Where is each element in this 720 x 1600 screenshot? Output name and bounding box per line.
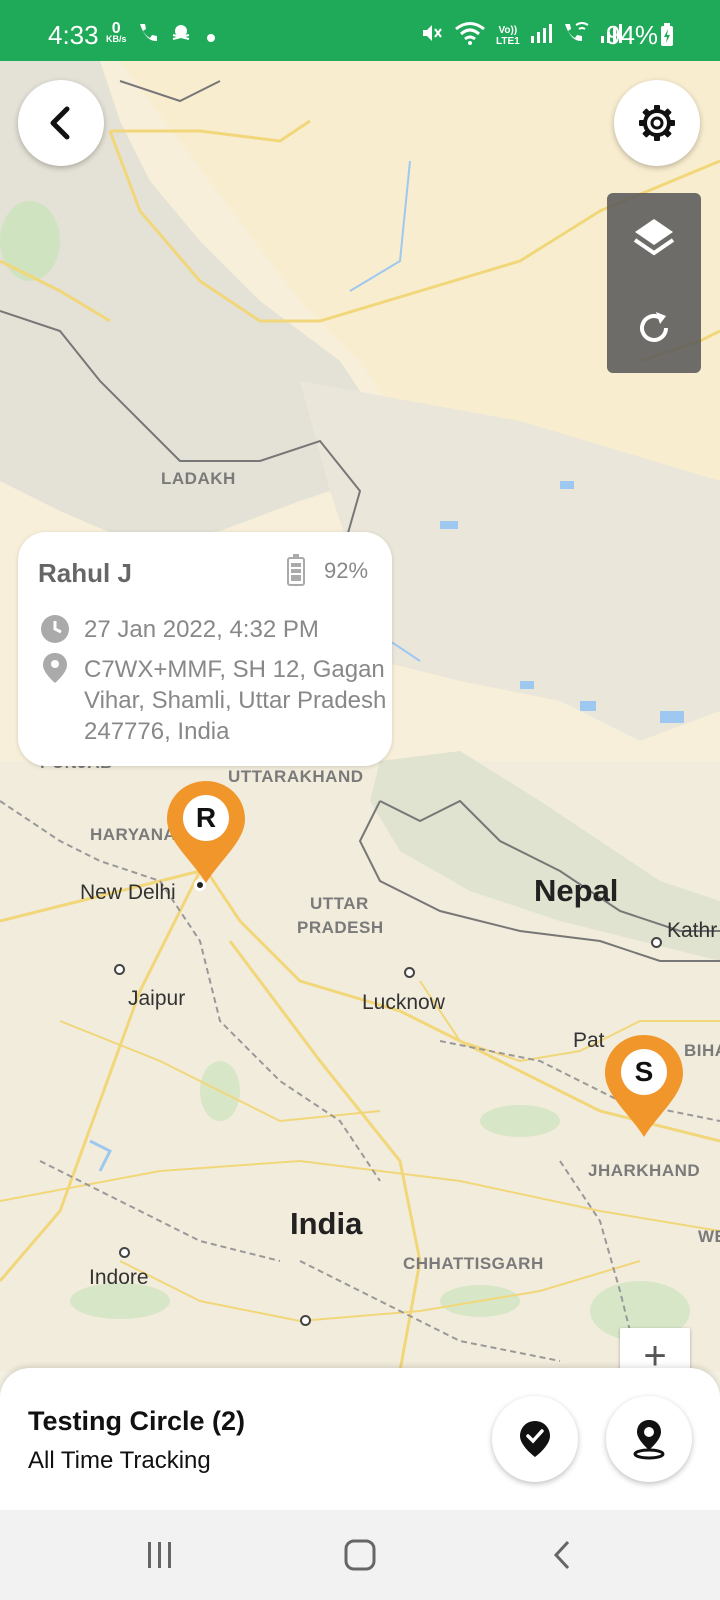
network-speed-value: 0 [111,20,121,37]
battery-icon [286,554,306,591]
refresh-button[interactable] [607,283,701,373]
last-seen-time: 27 Jan 2022, 4:32 PM [84,616,319,643]
map-label-pradesh: PRADESH [297,918,384,937]
tracking-mode: All Time Tracking [28,1447,211,1474]
member-marker-s[interactable]: S [603,1033,685,1143]
battery-charging-icon [660,23,674,52]
map-label-chhattisgarh: CHHATTISGARH [403,1254,544,1273]
map-label-india: India [290,1206,363,1241]
map-label-nepal: Nepal [534,873,619,908]
settings-button[interactable] [614,80,700,166]
refresh-icon [640,312,668,342]
map-label-uttar: UTTAR [310,894,369,913]
bottom-sheet: Testing Circle (2) All Time Tracking [0,1368,720,1510]
map-label-bihar: BIHA [684,1041,720,1060]
map-label-kathmandu: Kathr [667,919,718,942]
city-dot-jaipur [114,964,125,975]
city-dot [300,1315,311,1326]
map-tools-panel [607,193,701,373]
map-label-new-delhi: New Delhi [80,881,176,904]
status-time: 4:33 [48,20,99,50]
battery-percent: 94% [606,20,659,50]
system-nav-bar [0,1510,720,1600]
map-label-patna: Pat [573,1029,605,1052]
gear-icon [639,105,675,141]
system-back-button[interactable] [512,1510,612,1600]
volte-icon: Vo)) LTE1 [496,24,520,47]
member-name: Rahul J [38,558,132,588]
map-label-lucknow: Lucknow [362,991,445,1014]
wifi-icon [454,20,486,51]
signal-icon [530,22,552,49]
map-label-indore: Indore [89,1266,149,1289]
map-label-west-bengal: WE [698,1227,720,1246]
mute-icon [420,21,444,50]
map-label-jharkhand: JHARKHAND [588,1161,701,1180]
network-speed-unit: KB/s [106,34,127,44]
recent-apps-icon [148,1542,171,1568]
layers-icon [633,219,675,256]
member-address: C7WX+MMF, SH 12, Gagan Vihar, Shamli, Ut… [84,656,387,745]
clock-icon [40,614,70,649]
map-label-jaipur: Jaipur [128,987,186,1010]
member-info-card[interactable]: Rahul J 92% 27 Jan 2022, 4:32 PM C7WX+MM… [18,532,392,766]
chevron-left-icon [50,106,70,140]
back-button[interactable] [18,80,104,166]
city-dot-kathmandu [651,937,662,948]
member-marker-r[interactable]: R [165,779,247,889]
location-pin-icon [633,1420,665,1460]
back-arrow-icon [553,1540,570,1570]
map-label-uttarakhand: UTTARAKHAND [228,767,364,786]
circle-name: Testing Circle (2) [28,1406,246,1436]
pirate-icon [170,22,192,49]
dot-icon [206,30,216,48]
status-icons: Vo)) LTE1 [420,20,622,51]
map-pin-icon [42,652,68,689]
home-icon [344,1539,376,1571]
map-label-haryana: HARYANA [90,825,177,844]
check-badge-icon [520,1421,550,1457]
status-bar: 4:33 0 KB/s Vo)) LTE1 94% [0,0,720,61]
map-label-ladakh: LADAKH [161,469,236,488]
city-dot-lucknow [404,967,415,978]
recent-apps-button[interactable] [110,1510,210,1600]
marker-letter: S [621,1049,667,1095]
wifi-call-icon [562,21,590,50]
member-battery: 92% [324,558,369,583]
layers-button[interactable] [607,193,701,283]
location-dot [194,879,206,891]
check-in-button[interactable] [492,1396,578,1482]
location-button[interactable] [606,1396,692,1482]
network-speed: 0 KB/s [106,20,127,45]
city-dot-indore [119,1247,130,1258]
marker-letter: R [183,795,229,841]
home-button[interactable] [310,1510,410,1600]
call-icon [136,22,160,49]
